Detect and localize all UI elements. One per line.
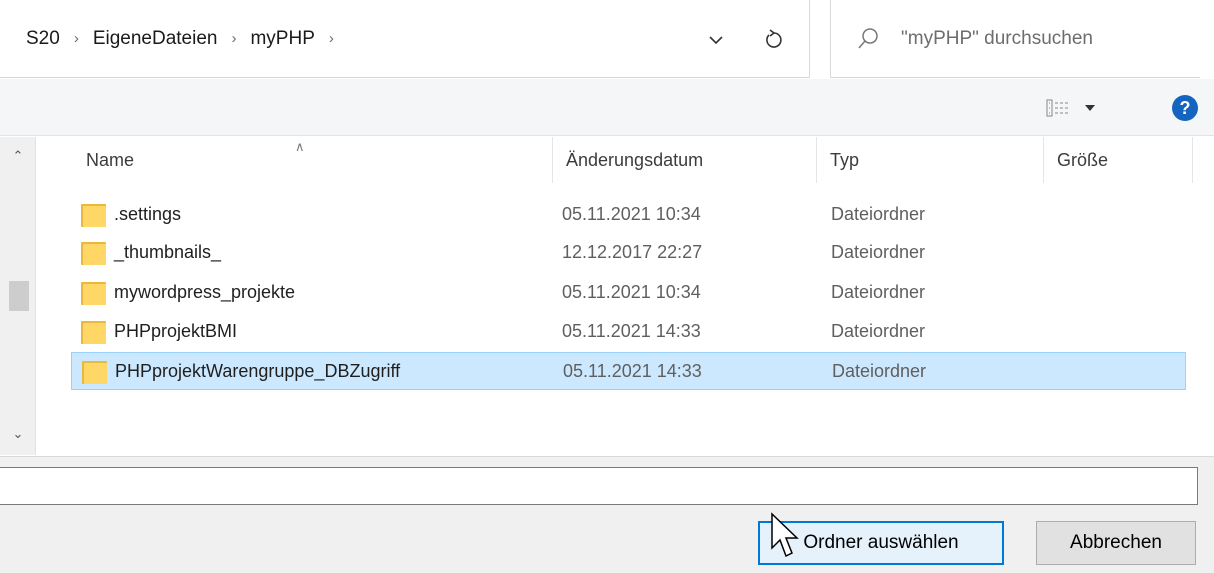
refresh-icon <box>766 29 782 48</box>
file-type: Dateiordner <box>831 282 926 302</box>
dialog-footer: Ordner auswählen Abbrechen <box>0 456 1214 573</box>
folder-icon <box>81 240 108 265</box>
file-name: mywordpress_projekte <box>114 282 296 302</box>
scrollbar-thumb[interactable] <box>9 281 29 311</box>
column-divider[interactable] <box>1192 137 1193 183</box>
column-header-size[interactable]: Größe <box>1043 137 1193 183</box>
file-type: Dateiordner <box>831 204 926 224</box>
column-header-type[interactable]: Typ <box>816 137 1044 183</box>
list-item[interactable]: mywordpress_projekte 05.11.2021 10:34 Da… <box>71 274 1186 312</box>
folder-name-input[interactable] <box>0 467 1198 505</box>
chevron-right-icon[interactable]: › <box>329 30 334 47</box>
folder-icon <box>81 202 108 227</box>
file-date: 05.11.2021 10:34 <box>562 204 701 224</box>
file-name: .settings <box>114 204 182 224</box>
file-name: PHPprojektBMI <box>114 321 238 341</box>
help-icon[interactable]: ? <box>1172 95 1198 121</box>
breadcrumb[interactable]: S20 › EigeneDateien › myPHP › <box>0 0 810 78</box>
search-placeholder: "myPHP" durchsuchen <box>901 27 1093 49</box>
search-icon <box>858 27 878 48</box>
address-bar-row: S20 › EigeneDateien › myPHP › "myPHP" du… <box>0 0 1214 78</box>
file-name: PHPprojektWarengruppe_DBZugriff <box>115 361 401 381</box>
address-history-dropdown-button[interactable] <box>696 20 736 60</box>
mouse-cursor-icon <box>771 512 799 558</box>
file-date: 05.11.2021 14:33 <box>562 321 701 341</box>
caret-down-icon <box>1085 105 1095 111</box>
column-header-name[interactable]: Name <box>72 137 552 183</box>
file-type: Dateiordner <box>832 361 927 381</box>
refresh-button[interactable] <box>752 18 796 60</box>
folder-icon <box>81 280 108 305</box>
details-view-icon <box>1046 99 1068 117</box>
list-item-selected[interactable]: PHPprojektWarengruppe_DBZugriff 05.11.20… <box>71 352 1186 390</box>
change-view-button[interactable] <box>1046 93 1118 123</box>
column-header-date[interactable]: Änderungsdatum <box>552 137 816 183</box>
chevron-right-icon[interactable]: › <box>231 30 236 47</box>
search-input[interactable]: "myPHP" durchsuchen <box>830 0 1200 78</box>
breadcrumb-item-s20[interactable]: S20 <box>22 24 64 54</box>
vertical-scrollbar[interactable]: ⌃ ⌄ <box>0 137 36 455</box>
file-type: Dateiordner <box>831 321 926 341</box>
toolbar: ? <box>0 79 1214 136</box>
breadcrumb-item-eigenedateien[interactable]: EigeneDateien <box>89 24 222 54</box>
folder-icon <box>81 319 108 344</box>
scroll-up-arrow-icon[interactable]: ⌃ <box>6 145 30 167</box>
list-item[interactable]: .settings 05.11.2021 10:34 Dateiordner <box>71 196 1186 234</box>
list-item[interactable]: _thumbnails_ 12.12.2017 22:27 Dateiordne… <box>71 234 1186 272</box>
scroll-down-arrow-icon[interactable]: ⌄ <box>6 423 30 445</box>
file-date: 12.12.2017 22:27 <box>562 242 703 262</box>
list-item[interactable]: PHPprojektBMI 05.11.2021 14:33 Dateiordn… <box>71 313 1186 351</box>
chevron-down-icon <box>709 35 723 44</box>
file-list: ⌃ ⌄ ∧ Name Änderungsdatum Typ Größe .set… <box>0 137 1214 455</box>
file-date: 05.11.2021 14:33 <box>563 361 702 381</box>
chevron-right-icon[interactable]: › <box>74 30 79 47</box>
file-date: 05.11.2021 10:34 <box>562 282 701 302</box>
breadcrumb-item-myphp[interactable]: myPHP <box>246 24 318 54</box>
cancel-button[interactable]: Abbrechen <box>1036 521 1196 565</box>
file-name: _thumbnails_ <box>114 242 222 262</box>
folder-icon <box>82 359 109 384</box>
file-type: Dateiordner <box>831 242 926 262</box>
